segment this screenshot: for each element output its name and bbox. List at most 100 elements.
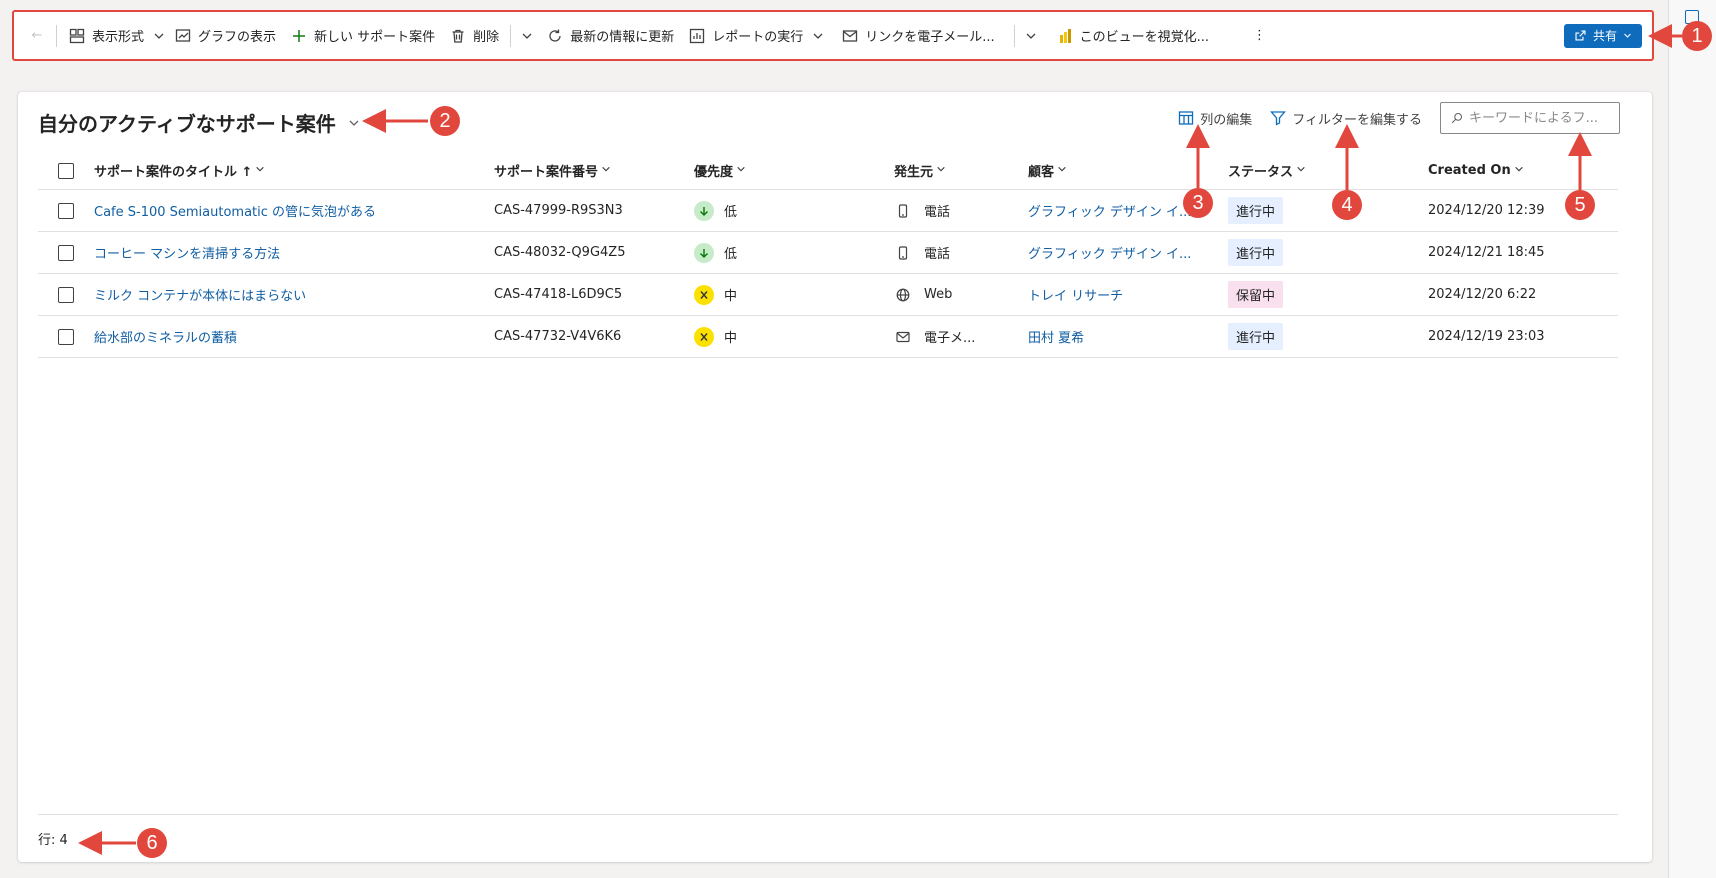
row-count: 行: 4	[38, 833, 68, 848]
customer-link[interactable]: 田村 夏希	[1028, 327, 1084, 346]
row-checkbox[interactable]	[58, 328, 74, 345]
status-badge: 進行中	[1228, 197, 1284, 224]
annotation-badge-1: 1	[1682, 21, 1712, 51]
back-arrow-icon: ←	[31, 28, 43, 43]
search-input[interactable]	[1469, 110, 1609, 126]
visualize-view-button[interactable]: このビューを視覚化...	[1049, 20, 1216, 52]
visualize-view-label: このビューを視覚化...	[1079, 30, 1210, 45]
customer-link[interactable]: トレイ リサーチ	[1028, 285, 1123, 304]
customer-link[interactable]: グラフィック デザイン イ...	[1028, 201, 1191, 220]
refresh-label: 最新の情報に更新	[570, 30, 675, 45]
case-number: CAS-47418-L6D9C5	[494, 287, 623, 302]
plus-icon	[290, 27, 308, 45]
sort-chevron-icon	[598, 163, 611, 178]
case-number: CAS-48032-Q9G4Z5	[494, 245, 626, 260]
table-row[interactable]: ミルク コンテナが本体にはまらない CAS-47418-L6D9C5 中 Web…	[38, 274, 1618, 316]
share-label: 共有	[1592, 29, 1617, 43]
select-all-checkbox[interactable]	[58, 162, 74, 179]
table-row[interactable]: Cafe S-100 Semiautomatic の管に気泡がある CAS-47…	[38, 190, 1618, 232]
email-link-chevron-icon[interactable]	[1019, 20, 1043, 52]
status-badge: 保留中	[1228, 281, 1284, 308]
origin-value: Web	[924, 287, 953, 302]
more-commands-chevron-icon[interactable]	[515, 20, 539, 52]
edit-filters-button[interactable]: フィルターを編集する	[1270, 109, 1422, 128]
case-title-link[interactable]: ミルク コンテナが本体にはまらない	[94, 285, 306, 304]
arrow-down-icon	[694, 242, 714, 263]
more-icon: ⋮	[1253, 28, 1267, 43]
email-link-button[interactable]: リンクを電子メール...	[834, 20, 1001, 52]
more-options-button[interactable]: ⋮	[1246, 20, 1273, 52]
delete-button[interactable]: 削除	[442, 20, 506, 52]
case-title-link[interactable]: 給水部のミネラルの蓄積	[94, 327, 237, 346]
email-link-label: リンクを電子メール...	[865, 30, 995, 45]
view-as-chevron-icon[interactable]	[151, 20, 167, 52]
priority-value: 低	[724, 247, 738, 262]
column-header-priority[interactable]: 優先度	[694, 161, 894, 180]
status-badge: 進行中	[1228, 323, 1284, 350]
globe-icon	[894, 288, 912, 302]
view-as-button[interactable]: 表示形式	[61, 20, 151, 52]
priority-value: 中	[724, 289, 738, 304]
sort-chevron-icon	[1054, 163, 1067, 178]
back-button[interactable]: ←	[22, 20, 52, 52]
show-chart-button[interactable]: グラフの表示	[167, 20, 283, 52]
edit-columns-button[interactable]: 列の編集	[1178, 109, 1252, 128]
new-case-button[interactable]: 新しい サポート案件	[283, 20, 442, 52]
phone-icon	[894, 203, 912, 218]
edit-columns-label: 列の編集	[1200, 112, 1253, 128]
edit-columns-icon	[1179, 111, 1194, 125]
case-number: CAS-47999-R9S3N3	[494, 203, 623, 218]
case-grid: サポート案件のタイトル ↑ サポート案件番号 優先度 発生元 顧客 ステータス …	[38, 152, 1618, 358]
column-header-title[interactable]: サポート案件のタイトル ↑	[94, 161, 494, 180]
refresh-icon	[546, 27, 564, 45]
edit-filters-label: フィルターを編集する	[1292, 112, 1422, 128]
customer-link[interactable]: グラフィック デザイン イ...	[1028, 243, 1191, 262]
medium-icon	[694, 326, 714, 347]
arrow-down-icon	[694, 200, 714, 221]
trash-icon	[449, 27, 467, 45]
row-checkbox[interactable]	[58, 286, 74, 303]
share-chevron-icon	[1624, 33, 1631, 38]
annotation-badge-2: 2	[430, 106, 460, 136]
case-title-link[interactable]: Cafe S-100 Semiautomatic の管に気泡がある	[94, 201, 376, 220]
created-on-value: 2024/12/19 23:03	[1428, 329, 1545, 344]
command-bar: ← 表示形式 グラフの表示 新しい サポート案件 削除 最新の情報に更新 レポー…	[12, 10, 1654, 61]
grid-footer: 行: 4	[38, 814, 1618, 862]
priority-value: 中	[724, 331, 738, 346]
row-checkbox[interactable]	[58, 244, 74, 261]
status-badge: 進行中	[1228, 239, 1284, 266]
column-header-customer[interactable]: 顧客	[1028, 161, 1228, 180]
view-card: 自分のアクティブなサポート案件 列の編集 フィルターを編集する サポート案件のタ…	[18, 92, 1652, 862]
column-header-created-on[interactable]: Created On	[1428, 163, 1618, 178]
view-selector[interactable]: 自分のアクティブなサポート案件	[38, 108, 362, 137]
table-row[interactable]: 給水部のミネラルの蓄積 CAS-47732-V4V6K6 中 電子メ... 田村…	[38, 316, 1618, 358]
mail-link-icon	[841, 27, 859, 45]
share-icon	[1575, 30, 1586, 41]
power-bi-icon	[1056, 27, 1074, 45]
run-report-chevron-icon[interactable]	[810, 20, 826, 52]
column-header-status[interactable]: ステータス	[1228, 161, 1428, 180]
view-as-label: 表示形式	[92, 30, 145, 45]
run-report-button[interactable]: レポートの実行	[681, 20, 810, 52]
case-title-link[interactable]: コーヒー マシンを清掃する方法	[94, 243, 280, 262]
sort-chevron-icon	[933, 163, 946, 178]
grid-toolbar: 列の編集 フィルターを編集する	[1178, 102, 1620, 134]
sort-chevron-icon	[1293, 163, 1306, 178]
row-checkbox[interactable]	[58, 202, 74, 219]
refresh-button[interactable]: 最新の情報に更新	[539, 20, 681, 52]
show-chart-label: グラフの表示	[198, 30, 277, 45]
share-button[interactable]: 共有	[1563, 23, 1642, 48]
column-header-case-number[interactable]: サポート案件番号	[494, 161, 694, 180]
column-header-origin[interactable]: 発生元	[894, 161, 1028, 180]
filter-icon	[1270, 111, 1287, 126]
created-on-value: 2024/12/20 12:39	[1428, 203, 1545, 218]
created-on-value: 2024/12/20 6:22	[1428, 287, 1537, 302]
mail-icon	[894, 330, 912, 344]
annotation-badge-5: 5	[1565, 190, 1595, 220]
sort-chevron-icon	[733, 163, 746, 178]
keyword-filter	[1440, 102, 1620, 134]
table-row[interactable]: コーヒー マシンを清掃する方法 CAS-48032-Q9G4Z5 低 電話 グラ…	[38, 232, 1618, 274]
sort-chevron-icon	[1511, 163, 1524, 178]
created-on-value: 2024/12/21 18:45	[1428, 245, 1545, 260]
annotation-badge-4: 4	[1332, 190, 1362, 220]
